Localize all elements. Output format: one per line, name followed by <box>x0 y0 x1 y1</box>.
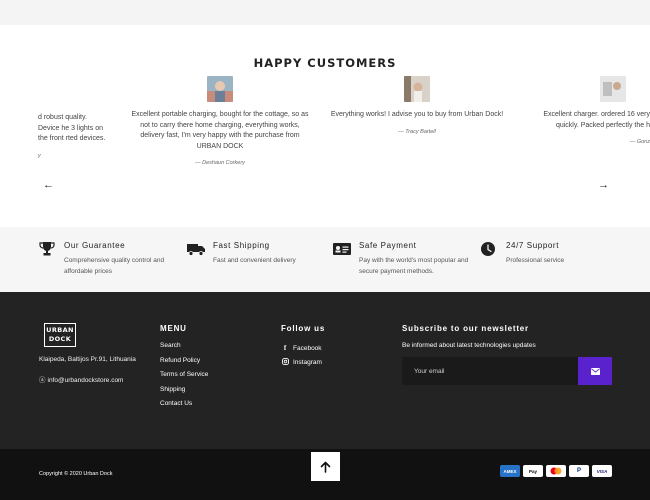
footer-link-contact[interactable]: Contact Us <box>160 400 208 415</box>
feature-title: Fast Shipping <box>213 241 270 250</box>
review-card: Excellent charger. ordered 16 very quick… <box>522 76 650 145</box>
urban-dock-logo[interactable]: URBAN DOCK <box>44 323 76 347</box>
customer-avatar <box>404 76 430 102</box>
mastercard-icon <box>546 465 566 477</box>
footer-bottom-bar: Copyright © 2020 Urban Dock AMEX Pay P V… <box>0 449 650 500</box>
footer-link-terms[interactable]: Terms of Service <box>160 371 208 386</box>
review-text: Everything works! I advise you to buy fr… <box>330 111 504 118</box>
feature-desc: Comprehensive quality control and afford… <box>64 257 165 275</box>
back-to-top-button[interactable] <box>311 452 340 481</box>
payment-methods: AMEX Pay P VISA <box>500 465 612 477</box>
feature-title: 24/7 Support <box>506 241 560 250</box>
review-text: Excellent charger. ordered 16 very quick… <box>543 111 650 129</box>
store-address: Klaipeda, Baltijos Pr.91, Lithuania <box>39 356 136 363</box>
logo-line: DOCK <box>48 335 72 343</box>
social-label: Facebook <box>293 344 322 352</box>
feature-desc: Professional service <box>506 257 565 264</box>
feature-desc: Pay with the world's most popular and se… <box>359 257 469 275</box>
apple-pay-icon: Pay <box>523 465 543 477</box>
footer-link-search[interactable]: Search <box>160 342 208 357</box>
paypal-icon: P <box>569 465 589 477</box>
feature-desc: Fast and convenient delivery <box>213 257 296 264</box>
facebook-icon: f <box>283 344 287 353</box>
id-card-icon <box>333 243 351 255</box>
newsletter-title: Subscribe to our newsletter <box>402 324 529 333</box>
review-author: — Gonz <box>629 139 650 145</box>
customer-avatar <box>207 76 233 102</box>
review-author: — Deshaun Corkery <box>195 160 245 166</box>
social-label: Instagram <box>293 359 322 367</box>
carousel-prev-arrow[interactable]: ← <box>43 179 54 191</box>
site-footer: URBAN DOCK Klaipeda, Baltijos Pr.91, Lit… <box>0 292 650 449</box>
arrow-up-icon <box>320 461 331 473</box>
review-author: y <box>38 152 41 159</box>
review-author: — Tracy Bartell <box>398 128 436 135</box>
social-link-instagram[interactable]: Instagram <box>281 356 322 371</box>
amex-icon: AMEX <box>500 465 520 477</box>
feature-title: Our Guarantee <box>64 241 126 250</box>
feature-title: Safe Payment <box>359 241 417 250</box>
features-bar: Our Guarantee Comprehensive quality cont… <box>0 227 650 292</box>
social-link-facebook[interactable]: f Facebook <box>281 341 322 356</box>
section-title: HAPPY CUSTOMERS <box>253 56 397 70</box>
footer-menu: Search Refund Policy Terms of Service Sh… <box>160 342 208 415</box>
footer-link-shipping[interactable]: Shipping <box>160 386 208 401</box>
review-text: Excellent portable charging, bought for … <box>131 111 309 150</box>
store-email-link[interactable]: ⓐ info@urbandockstore.com <box>39 374 123 384</box>
testimonials-section: HAPPY CUSTOMERS d robust quality. Device… <box>0 25 650 227</box>
top-strip <box>0 0 650 25</box>
instagram-icon <box>281 358 289 367</box>
social-links: f Facebook Instagram <box>281 341 322 370</box>
newsletter-subtitle: Be informed about latest technologies up… <box>402 342 536 349</box>
email-text: info@urbandockstore.com <box>47 377 124 384</box>
review-card: Excellent portable charging, bought for … <box>128 76 312 166</box>
review-card: d robust quality. Device he 3 lights on … <box>38 113 110 159</box>
subscribe-button[interactable] <box>578 357 612 385</box>
visa-icon: VISA <box>592 465 612 477</box>
at-sign-icon: ⓐ <box>39 377 46 384</box>
clock-icon <box>481 242 495 256</box>
customer-avatar <box>600 76 626 102</box>
menu-title: MENU <box>160 324 187 333</box>
copyright-text: Copyright © 2020 Urban Dock <box>39 471 113 477</box>
review-text: d robust quality. Device he 3 lights on … <box>38 114 106 142</box>
carousel-next-arrow[interactable]: → <box>598 179 609 191</box>
footer-link-refund-policy[interactable]: Refund Policy <box>160 357 208 372</box>
envelope-icon <box>590 367 600 375</box>
logo-line: URBAN <box>46 326 74 334</box>
review-card: Everything works! I advise you to buy fr… <box>330 76 504 135</box>
trophy-icon <box>39 242 55 256</box>
truck-icon <box>187 244 205 256</box>
follow-title: Follow us <box>281 324 326 333</box>
newsletter-email-input[interactable] <box>402 357 579 385</box>
